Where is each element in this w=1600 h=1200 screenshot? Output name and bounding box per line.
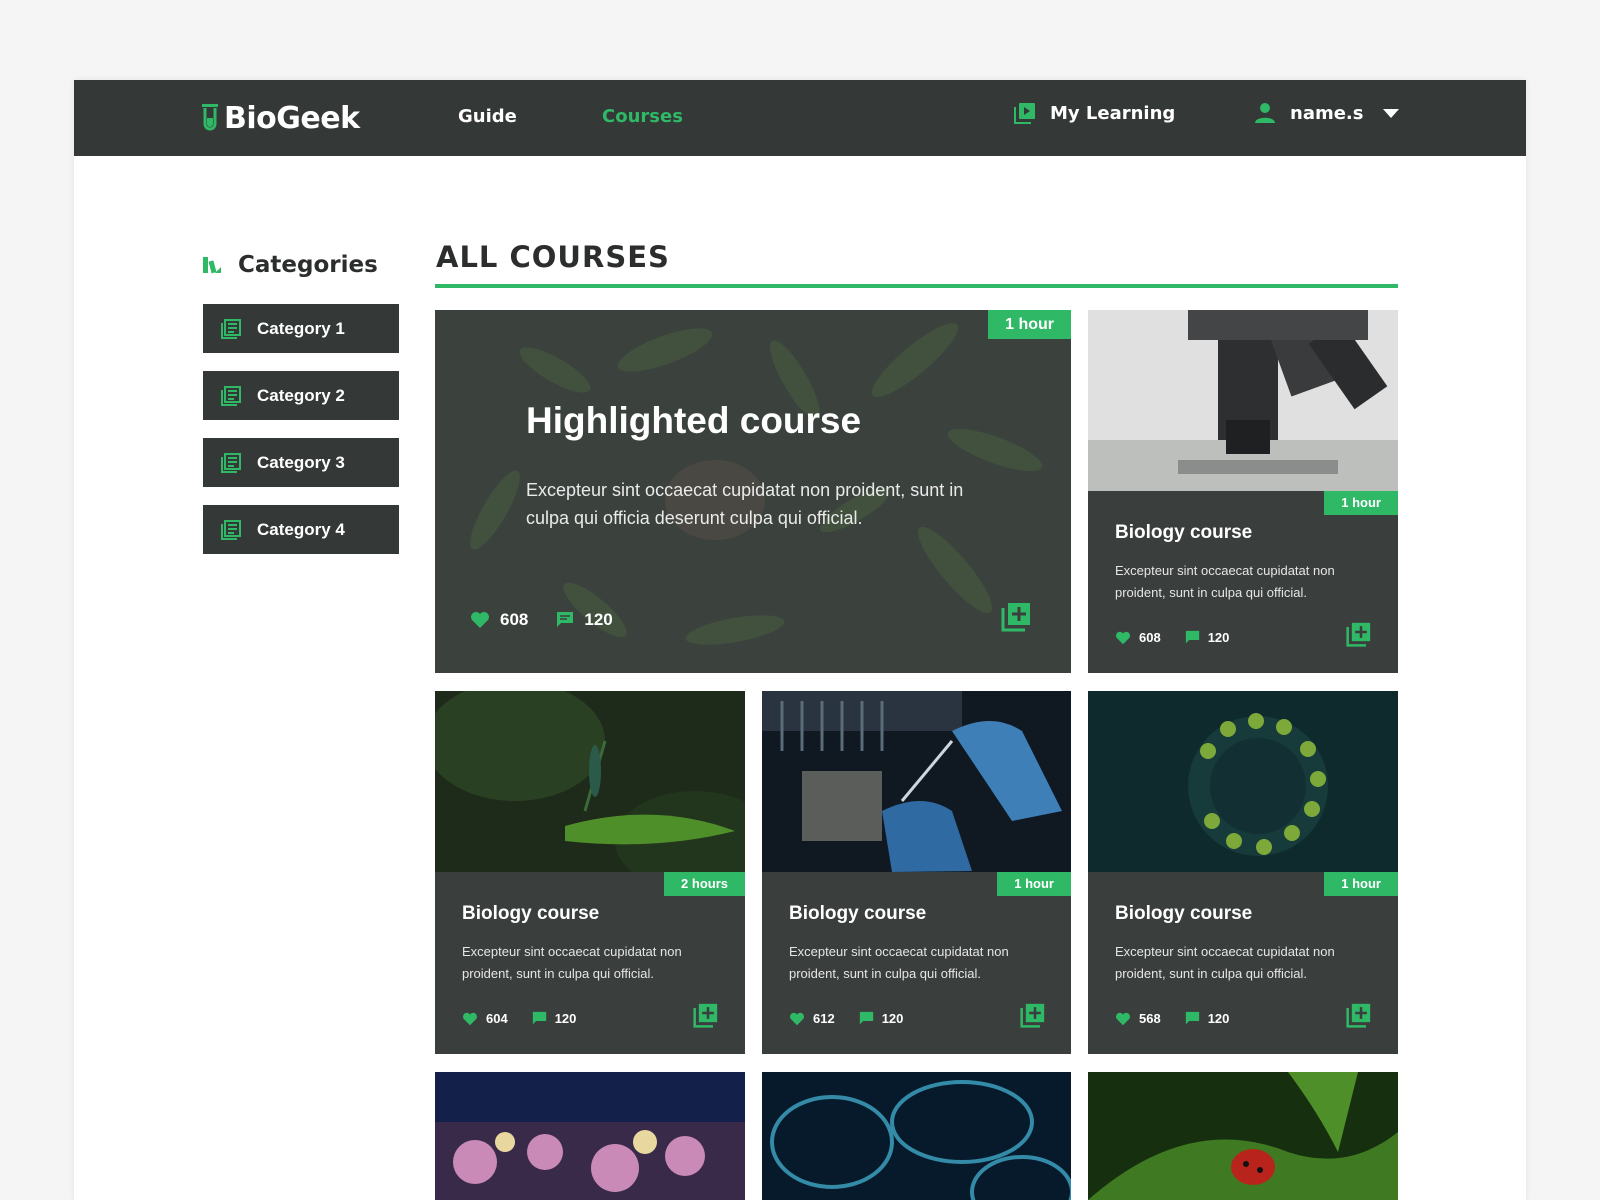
my-learning-label: My Learning xyxy=(1050,102,1176,124)
categories-title: Categories xyxy=(238,252,378,278)
course-stats: 608 120 xyxy=(1115,630,1253,645)
likes-count: 612 xyxy=(813,1011,835,1026)
sidebar-item-category-2[interactable]: Category 2 xyxy=(203,371,399,420)
top-navbar: BioGeek Guide Courses My Learning name.s xyxy=(74,80,1526,156)
add-to-library-icon[interactable] xyxy=(1346,622,1371,647)
course-card[interactable]: 1 hour Biology course Excepteur sint occ… xyxy=(1088,310,1398,673)
list-icon xyxy=(221,452,241,473)
duration-badge: 1 hour xyxy=(1324,491,1398,515)
test-tube-icon xyxy=(202,104,218,131)
add-to-library-icon[interactable] xyxy=(1001,602,1031,632)
sidebar-item-category-4[interactable]: Category 4 xyxy=(203,505,399,554)
sidebar-item-label: Category 3 xyxy=(257,452,345,472)
list-icon xyxy=(221,318,241,339)
course-description: Excepteur sint occaecat cupidatat non pr… xyxy=(789,944,1009,981)
heart-icon xyxy=(1116,631,1130,644)
course-card[interactable] xyxy=(1088,1072,1398,1200)
add-to-library-icon[interactable] xyxy=(1020,1003,1045,1028)
page-title: ALL COURSES xyxy=(436,240,670,274)
highlighted-course-title: Highlighted course xyxy=(526,400,862,441)
title-underline xyxy=(435,284,1398,288)
course-title: Biology course xyxy=(1115,522,1253,543)
comment-icon xyxy=(859,1011,873,1025)
course-card[interactable]: 1 hour Biology course Excepteur sint occ… xyxy=(1088,691,1398,1054)
microscope-image xyxy=(1088,310,1398,491)
highlighted-course-stats: 608 120 xyxy=(470,610,641,630)
app-window: BioGeek Guide Courses My Learning name.s xyxy=(74,80,1526,1200)
course-card[interactable] xyxy=(435,1072,745,1200)
heart-icon xyxy=(790,1012,804,1025)
brand-name: BioGeek xyxy=(224,100,360,136)
user-icon xyxy=(1255,103,1275,123)
course-title: Biology course xyxy=(462,903,600,924)
user-menu[interactable]: name.s xyxy=(1254,102,1400,124)
comments-count: 120 xyxy=(1207,1011,1230,1026)
list-icon xyxy=(221,519,241,540)
sidebar-item-category-3[interactable]: Category 3 xyxy=(203,438,399,487)
comments-count: 120 xyxy=(881,1011,904,1026)
course-card[interactable]: 1 hour Biology course Excepteur sint occ… xyxy=(762,691,1071,1054)
course-title: Biology course xyxy=(789,903,927,924)
course-description: Excepteur sint occaecat cupidatat non pr… xyxy=(462,944,682,981)
comment-icon xyxy=(1185,1011,1199,1025)
highlighted-course-card[interactable]: 1 hour Highlighted course Excepteur sint… xyxy=(435,310,1071,673)
duration-badge: 1 hour xyxy=(988,310,1071,339)
lab-syringe-image xyxy=(762,691,1071,872)
username: name.s xyxy=(1290,102,1364,124)
video-library-icon xyxy=(1014,103,1035,124)
course-description: Excepteur sint occaecat cupidatat non pr… xyxy=(1115,944,1335,981)
dragonfly-image xyxy=(435,691,745,872)
likes-count: 608 xyxy=(1139,630,1161,645)
course-stats: 568 120 xyxy=(1115,1011,1253,1026)
course-card[interactable]: 2 hours Biology course Excepteur sint oc… xyxy=(435,691,745,1054)
comments-count: 120 xyxy=(1207,630,1230,645)
likes-count: 604 xyxy=(486,1011,508,1026)
duration-badge: 2 hours xyxy=(664,872,745,896)
heart-icon xyxy=(1116,1012,1130,1025)
heart-icon xyxy=(471,612,489,628)
comment-icon xyxy=(557,612,574,627)
list-icon xyxy=(221,385,241,406)
comment-icon xyxy=(1185,630,1199,644)
highlighted-course-description: Excepteur sint occaecat cupidatat non pr… xyxy=(526,480,964,528)
likes-count: 568 xyxy=(1139,1011,1161,1026)
heart-icon xyxy=(463,1012,477,1025)
my-learning-link[interactable]: My Learning xyxy=(1014,102,1175,124)
chevron-down-icon[interactable] xyxy=(1383,108,1400,118)
categories-heading: Categories xyxy=(202,252,378,278)
course-stats: 612 120 xyxy=(789,1011,927,1026)
coral-reef-image xyxy=(435,1072,745,1200)
course-description: Excepteur sint occaecat cupidatat non pr… xyxy=(1115,563,1335,600)
likes-count: 608 xyxy=(500,610,529,629)
add-to-library-icon[interactable] xyxy=(693,1003,718,1028)
sidebar-item-label: Category 1 xyxy=(257,318,345,338)
categories-icon xyxy=(203,257,221,274)
diatom-image xyxy=(1088,691,1398,872)
course-stats: 604 120 xyxy=(462,1011,600,1026)
nav-courses[interactable]: Courses xyxy=(602,106,683,127)
duration-badge: 1 hour xyxy=(997,872,1071,896)
comments-count: 120 xyxy=(554,1011,577,1026)
logo[interactable]: BioGeek xyxy=(202,98,360,138)
course-card[interactable] xyxy=(762,1072,1071,1200)
comment-icon xyxy=(532,1011,546,1025)
nav-guide[interactable]: Guide xyxy=(458,106,517,127)
ladybug-image xyxy=(1088,1072,1398,1200)
comments-count: 120 xyxy=(584,610,613,629)
add-to-library-icon[interactable] xyxy=(1346,1003,1371,1028)
sidebar-item-label: Category 2 xyxy=(257,385,345,405)
course-title: Biology course xyxy=(1115,903,1253,924)
cells-image xyxy=(762,1072,1071,1200)
sidebar-item-category-1[interactable]: Category 1 xyxy=(203,304,399,353)
sidebar-item-label: Category 4 xyxy=(257,519,345,539)
duration-badge: 1 hour xyxy=(1324,872,1398,896)
